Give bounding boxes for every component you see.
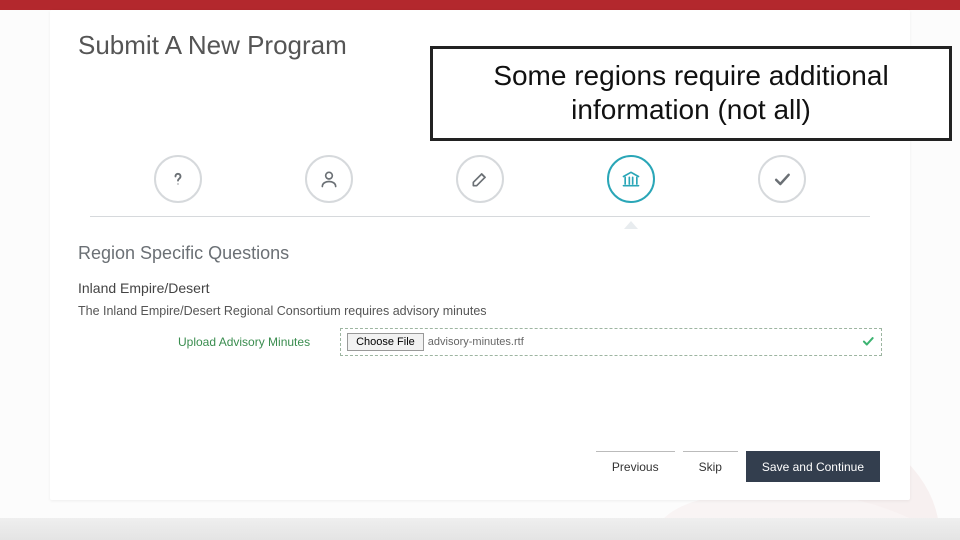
step-finish[interactable] xyxy=(758,155,806,203)
edit-icon xyxy=(470,169,490,189)
file-input-area[interactable]: Choose File advisory-minutes.rtf xyxy=(340,328,882,356)
step-region[interactable] xyxy=(607,155,655,203)
skip-button[interactable]: Skip xyxy=(683,451,738,482)
previous-button[interactable]: Previous xyxy=(596,451,675,482)
upload-label: Upload Advisory Minutes xyxy=(178,335,310,349)
region-name: Inland Empire/Desert xyxy=(78,280,882,296)
question-icon xyxy=(168,169,188,189)
institution-icon xyxy=(621,169,641,189)
user-icon xyxy=(319,169,339,189)
upload-ok-icon xyxy=(861,334,875,351)
save-continue-button[interactable]: Save and Continue xyxy=(746,451,880,482)
step-help[interactable] xyxy=(154,155,202,203)
annotation-callout: Some regions require additional informat… xyxy=(430,46,952,141)
chosen-file-name: advisory-minutes.rtf xyxy=(428,336,524,348)
section-heading: Region Specific Questions xyxy=(78,243,882,264)
step-edit[interactable] xyxy=(456,155,504,203)
wizard-stepper xyxy=(102,155,858,203)
choose-file-button[interactable]: Choose File xyxy=(347,333,424,351)
form-card: Submit A New Program Some regions requir… xyxy=(50,10,910,500)
check-icon xyxy=(772,169,792,189)
decor-bottom-band xyxy=(0,518,960,540)
brand-top-bar xyxy=(0,0,960,10)
upload-row: Upload Advisory Minutes Choose File advi… xyxy=(78,328,882,356)
step-user[interactable] xyxy=(305,155,353,203)
footer-actions: Previous Skip Save and Continue xyxy=(596,451,880,482)
region-description: The Inland Empire/Desert Regional Consor… xyxy=(78,304,882,318)
